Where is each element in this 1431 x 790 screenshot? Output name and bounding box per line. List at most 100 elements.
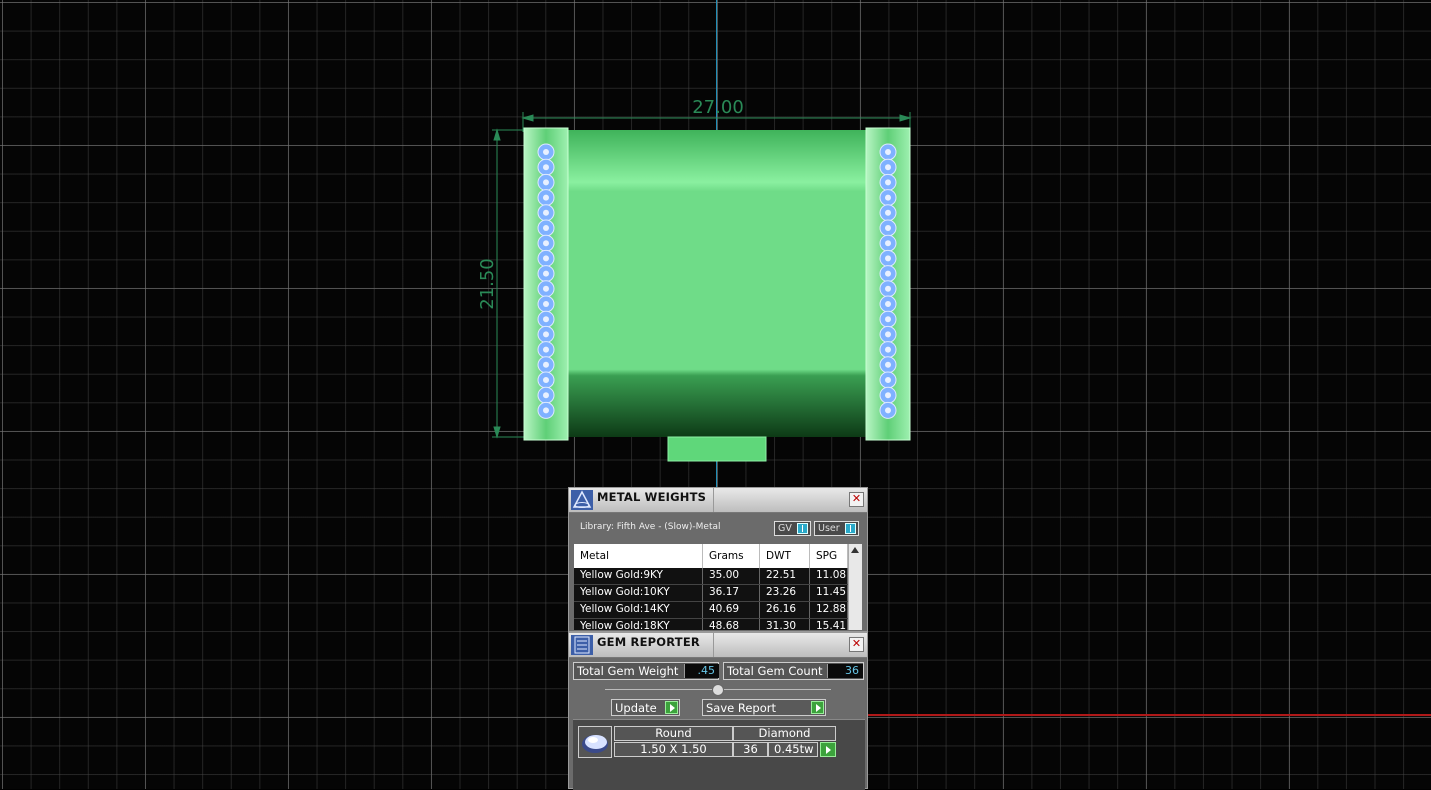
ring-band bbox=[566, 130, 868, 437]
gem-highlight bbox=[543, 361, 549, 368]
table-row[interactable]: Yellow Gold:18KY 48.68 31.30 15.41 bbox=[574, 619, 848, 630]
gem-highlight bbox=[885, 285, 891, 292]
gem-highlight bbox=[885, 270, 891, 277]
cell-grams: 36.17 bbox=[703, 585, 760, 601]
slider-handle[interactable] bbox=[712, 684, 724, 696]
gem-highlight bbox=[543, 194, 549, 201]
gem-highlight bbox=[543, 301, 549, 307]
gem-highlight bbox=[885, 194, 891, 201]
cell-metal: Yellow Gold:18KY bbox=[574, 619, 703, 630]
metal-weights-titlebar[interactable]: METAL WEIGHTS ✕ bbox=[569, 488, 867, 513]
toggle-switch-icon bbox=[845, 523, 856, 534]
table-row[interactable]: Yellow Gold:9KY 35.00 22.51 11.08 bbox=[574, 568, 848, 585]
table-row[interactable]: Yellow Gold:14KY 40.69 26.16 12.88 bbox=[574, 602, 848, 619]
table-scrollbar[interactable] bbox=[848, 544, 862, 630]
gem-reporter-panel[interactable]: GEM REPORTER ✕ Total Gem Weight .45 Tota… bbox=[568, 632, 868, 790]
height-dimension-label: 21.50 bbox=[477, 258, 498, 310]
library-label: Library: Fifth Ave - (Slow)-Metal bbox=[580, 522, 721, 532]
titlebar-divider bbox=[713, 633, 714, 657]
total-gem-weight-label: Total Gem Weight bbox=[577, 664, 679, 678]
gem-highlight bbox=[885, 392, 891, 399]
table-header: Metal Grams DWT SPG bbox=[574, 544, 848, 568]
gem-highlight bbox=[543, 209, 549, 216]
gem-count: 36 bbox=[733, 742, 768, 757]
cell-dwt: 31.30 bbox=[760, 619, 810, 630]
gem-highlight bbox=[885, 164, 891, 171]
play-arrow-icon bbox=[811, 701, 824, 714]
gem-material: Diamond bbox=[733, 726, 836, 741]
close-icon[interactable]: ✕ bbox=[849, 637, 864, 652]
update-button-label: Update bbox=[615, 701, 657, 715]
gem-reporter-titlebar[interactable]: GEM REPORTER ✕ bbox=[569, 633, 867, 658]
table-row[interactable]: Yellow Gold:10KY 36.17 23.26 11.45 bbox=[574, 585, 848, 602]
gem-detail-arrow-icon[interactable] bbox=[820, 742, 836, 757]
ring-model-view[interactable]: 27.00 21.50 bbox=[470, 90, 940, 480]
gem-reporter-title: GEM REPORTER bbox=[597, 635, 700, 649]
gem-highlight bbox=[543, 392, 549, 399]
gem-highlight bbox=[543, 346, 549, 353]
metal-weights-table[interactable]: Metal Grams DWT SPG Yellow Gold:9KY 35.0… bbox=[574, 544, 848, 630]
gem-highlight bbox=[885, 179, 891, 186]
save-report-button[interactable]: Save Report bbox=[702, 699, 826, 716]
gem-highlight bbox=[543, 164, 549, 171]
gem-highlight bbox=[885, 346, 891, 353]
titlebar-divider bbox=[713, 488, 714, 512]
gem-list[interactable]: Round Diamond 1.50 X 1.50 36 0.45tw bbox=[573, 719, 865, 790]
gem-highlight bbox=[885, 407, 891, 414]
panel-split-slider[interactable] bbox=[605, 684, 831, 696]
gem-highlight bbox=[543, 149, 549, 155]
toggle-switch-icon bbox=[797, 523, 808, 534]
gem-highlight bbox=[543, 285, 549, 292]
save-report-button-label: Save Report bbox=[706, 701, 777, 715]
play-arrow-icon bbox=[665, 701, 678, 714]
cell-metal: Yellow Gold:14KY bbox=[574, 602, 703, 618]
gem-highlight bbox=[543, 331, 549, 338]
horizontal-axis-line bbox=[868, 714, 1431, 716]
gem-size: 1.50 X 1.50 bbox=[614, 742, 733, 757]
scroll-up-icon[interactable] bbox=[851, 547, 859, 553]
metal-weights-title: METAL WEIGHTS bbox=[597, 490, 707, 504]
cell-grams: 35.00 bbox=[703, 568, 760, 584]
gem-highlight bbox=[543, 255, 549, 262]
gem-highlight bbox=[885, 377, 891, 383]
gem-reporter-icon bbox=[571, 635, 593, 655]
cell-metal: Yellow Gold:9KY bbox=[574, 568, 703, 584]
close-icon[interactable]: ✕ bbox=[849, 492, 864, 507]
gv-toggle[interactable]: GV bbox=[774, 521, 811, 536]
column-header-dwt[interactable]: DWT bbox=[760, 544, 810, 568]
gem-highlight bbox=[543, 240, 549, 247]
cell-dwt: 23.26 bbox=[760, 585, 810, 601]
cell-grams: 48.68 bbox=[703, 619, 760, 630]
cell-spg: 15.41 bbox=[810, 619, 848, 630]
total-gem-count-field: Total Gem Count 36 bbox=[723, 662, 864, 680]
metal-weights-icon bbox=[571, 490, 593, 510]
gv-toggle-label: GV bbox=[778, 523, 792, 534]
total-gem-weight-field: Total Gem Weight .45 bbox=[573, 662, 719, 680]
gem-highlight bbox=[885, 240, 891, 247]
column-header-metal[interactable]: Metal bbox=[574, 544, 703, 568]
gem-highlight bbox=[543, 270, 549, 277]
ring-bottom-tab bbox=[667, 436, 767, 462]
cell-metal: Yellow Gold:10KY bbox=[574, 585, 703, 601]
update-button[interactable]: Update bbox=[611, 699, 680, 716]
total-gem-count-value: 36 bbox=[827, 664, 863, 678]
metal-weights-panel[interactable]: METAL WEIGHTS ✕ Library: Fifth Ave - (Sl… bbox=[568, 487, 868, 632]
user-toggle-label: User bbox=[818, 523, 840, 534]
user-toggle[interactable]: User bbox=[814, 521, 859, 536]
list-item[interactable]: Round Diamond 1.50 X 1.50 36 0.45tw bbox=[578, 726, 836, 760]
gem-highlight bbox=[885, 149, 891, 155]
column-header-grams[interactable]: Grams bbox=[703, 544, 760, 568]
gem-highlight bbox=[885, 361, 891, 368]
gem-highlight bbox=[543, 407, 549, 414]
column-header-spg[interactable]: SPG bbox=[810, 544, 848, 568]
cell-spg: 11.45 bbox=[810, 585, 848, 601]
cell-grams: 40.69 bbox=[703, 602, 760, 618]
gem-highlight bbox=[885, 316, 891, 323]
width-dimension-label: 27.00 bbox=[692, 97, 744, 118]
cell-spg: 12.88 bbox=[810, 602, 848, 618]
gem-highlight bbox=[885, 331, 891, 338]
gem-highlight bbox=[543, 225, 549, 231]
gem-highlight bbox=[543, 377, 549, 383]
gem-carat-weight: 0.45tw bbox=[768, 742, 818, 757]
gem-highlight bbox=[543, 179, 549, 186]
